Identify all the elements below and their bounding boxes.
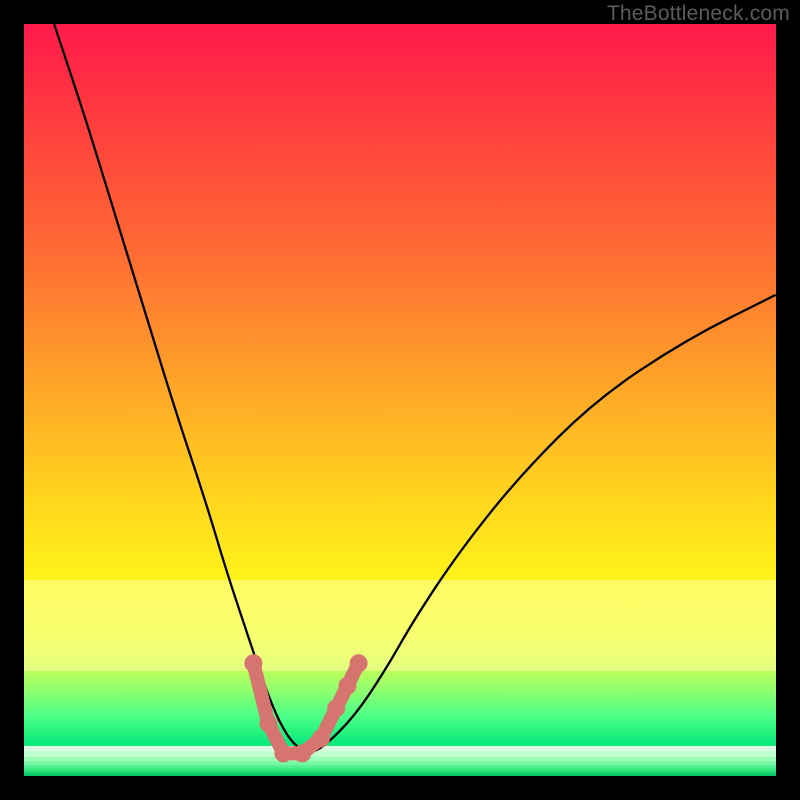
green-band-step xyxy=(24,762,776,766)
data-marker xyxy=(259,714,277,732)
green-band-step xyxy=(24,772,776,774)
data-marker xyxy=(338,677,356,695)
green-band-step xyxy=(24,766,776,769)
data-marker xyxy=(244,654,262,672)
outer-frame: TheBottleneck.com xyxy=(0,0,800,800)
data-marker xyxy=(327,699,345,717)
data-marker xyxy=(312,729,330,747)
plot-area xyxy=(24,24,776,776)
green-band-step xyxy=(24,752,776,757)
chart-svg xyxy=(24,24,776,776)
green-band-step xyxy=(24,746,776,752)
green-band-step xyxy=(24,774,776,776)
green-band-step xyxy=(24,769,776,772)
data-marker xyxy=(274,744,292,762)
bottleneck-curve xyxy=(54,24,776,752)
data-marker xyxy=(350,654,368,672)
data-marker xyxy=(293,744,311,762)
green-band-step xyxy=(24,757,776,762)
green-step-bands xyxy=(24,746,776,776)
watermark-text: TheBottleneck.com xyxy=(607,2,790,26)
